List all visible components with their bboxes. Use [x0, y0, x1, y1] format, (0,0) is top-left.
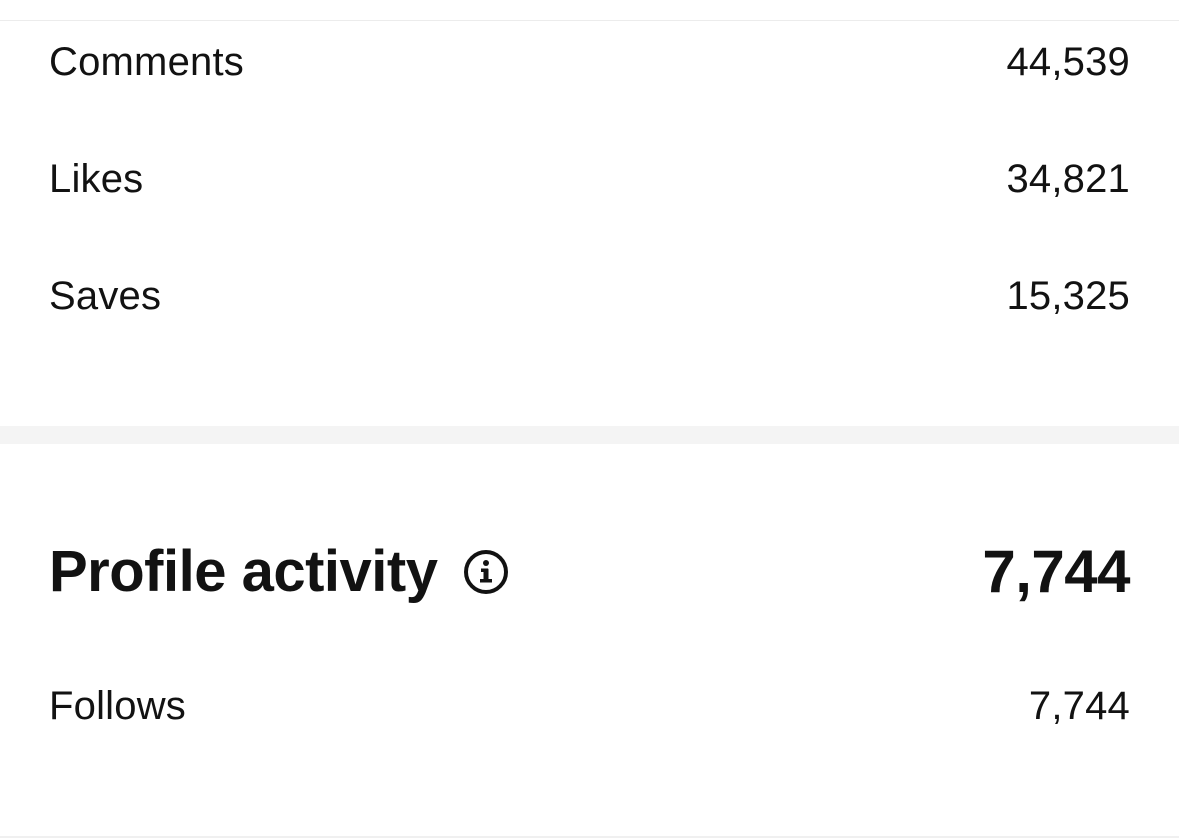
- metric-row-likes: Likes 34,821: [49, 155, 1130, 203]
- metric-value: 44,539: [1006, 40, 1130, 84]
- metric-row-comments: Comments 44,539: [49, 38, 1130, 86]
- metric-label: Comments: [49, 40, 244, 84]
- metric-label: Follows: [49, 684, 186, 728]
- top-divider: [0, 20, 1179, 21]
- metric-value: 34,821: [1006, 157, 1130, 201]
- metric-row-saves: Saves 15,325: [49, 272, 1130, 320]
- metric-label: Likes: [49, 157, 144, 201]
- info-icon[interactable]: [463, 549, 509, 595]
- metric-value: 15,325: [1006, 274, 1130, 318]
- metric-label: Saves: [49, 274, 162, 318]
- profile-activity-header: Profile activity 7,744: [49, 538, 1130, 606]
- metric-row-follows: Follows 7,744: [49, 682, 1130, 730]
- metric-value: 7,744: [1028, 684, 1130, 728]
- section-title: Profile activity: [49, 539, 438, 604]
- section-separator: [0, 426, 1179, 444]
- section-total: 7,744: [982, 538, 1130, 605]
- insights-page: Comments 44,539 Likes 34,821 Saves 15,32…: [0, 0, 1179, 838]
- profile-activity-title-group: Profile activity: [49, 538, 509, 606]
